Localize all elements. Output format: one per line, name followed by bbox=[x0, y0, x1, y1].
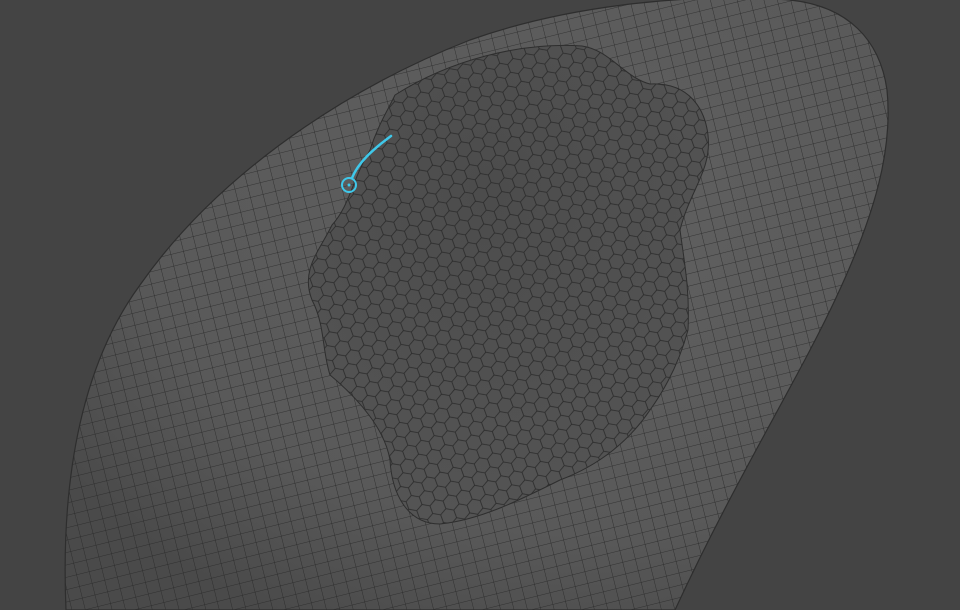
viewport-canvas[interactable] bbox=[0, 0, 960, 610]
3d-viewport[interactable] bbox=[0, 0, 960, 610]
cursor-center-dot bbox=[347, 183, 351, 187]
